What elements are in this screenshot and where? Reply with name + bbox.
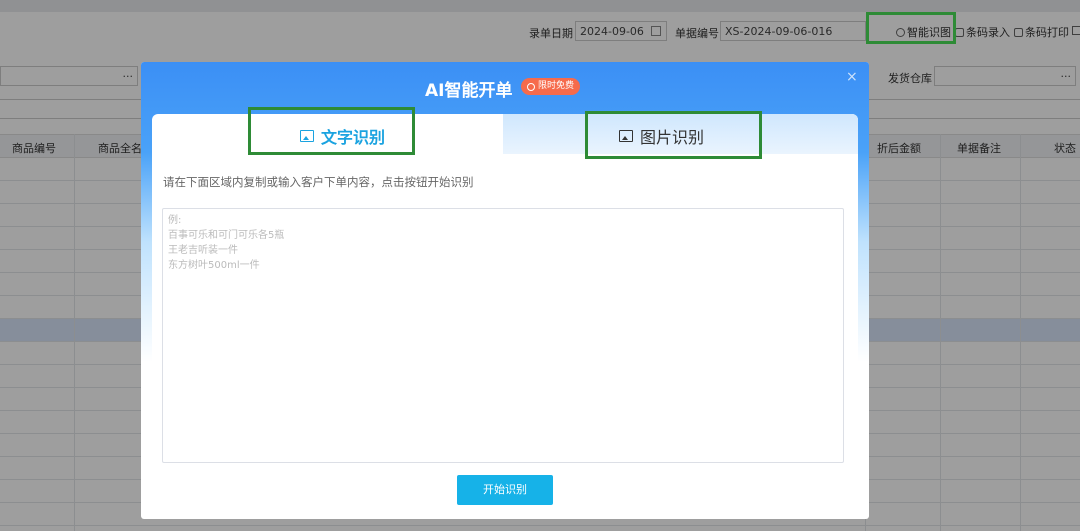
close-icon[interactable]: × — [846, 69, 858, 85]
instruction-text: 请在下面区域内复制或输入客户下单内容，点击按钮开始识别 — [163, 175, 474, 189]
badge-label: 限时免费 — [538, 81, 575, 91]
toolbar-highlight-box — [866, 12, 956, 44]
image-tab-highlight-box — [585, 111, 762, 159]
free-badge: 限时免费 — [521, 78, 581, 95]
badge-icon — [527, 82, 535, 91]
start-recognition-button[interactable]: 开始识别 — [457, 475, 553, 505]
text-tab-highlight-box — [248, 107, 415, 155]
order-text-input[interactable]: 例: 百事可乐和可门可乐各5瓶 王老吉听装一件 东方树叶500ml一件 — [162, 208, 844, 463]
dialog-title: AI智能开单 — [425, 81, 513, 101]
